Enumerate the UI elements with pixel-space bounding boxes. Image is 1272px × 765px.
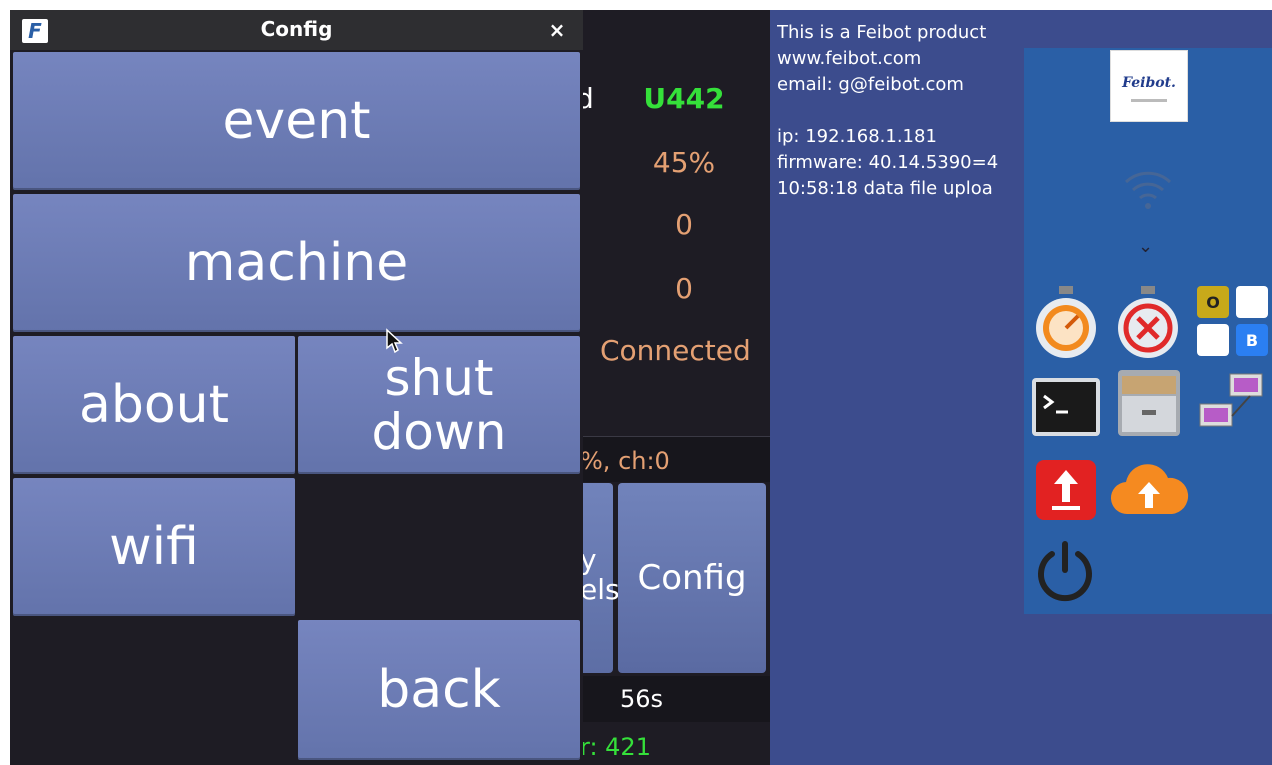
status-bar: %, ch:0 [580,436,770,482]
wifi-button[interactable]: wifi [13,478,295,616]
wifi-icon[interactable] [1120,162,1176,222]
shutdown-label-line1: shut [384,349,494,407]
chevron-down-icon[interactable]: ⌄ [1138,236,1153,257]
machine-id-value: U442 [643,82,725,115]
channels-button[interactable]: y els [580,483,620,673]
info-line: www.feibot.com [777,48,922,69]
progress-value: 45% [652,146,716,179]
file-cabinet-icon[interactable] [1114,366,1184,444]
product-info: This is a Feibot product www.feibot.com … [777,20,1025,202]
upload-icon[interactable] [1034,458,1098,526]
network-icon[interactable] [1196,370,1268,444]
shutdown-button[interactable]: shut down [298,336,580,474]
stop-timer-icon[interactable] [1114,284,1182,366]
channels-button-line2: els [580,573,620,606]
logo-text: Feibot. [1122,75,1176,91]
power-icon[interactable] [1032,538,1098,608]
shutdown-label-line2: down [371,403,507,461]
info-line: This is a Feibot product [777,22,987,43]
config-button[interactable]: Config [618,483,766,673]
cloud-upload-icon[interactable] [1108,462,1190,522]
stat-value-a: 0 [675,208,693,241]
tile-o[interactable]: O [1197,286,1229,318]
terminal-icon[interactable] [1030,376,1102,442]
info-line: 10:58:18 data file uploa [777,178,993,199]
stopwatch-icon[interactable] [1032,284,1100,366]
event-button[interactable]: event [13,52,580,190]
machine-button[interactable]: machine [13,194,580,332]
info-line: email: g@feibot.com [777,74,964,95]
status-text: %, ch:0 [580,447,670,475]
tile-blank[interactable] [1236,286,1268,318]
tile-blank[interactable] [1197,324,1229,356]
info-line: ip: 192.168.1.181 [777,126,937,147]
window-title: Config [260,17,333,41]
info-line: firmware: 40.14.5390=4 [777,152,999,173]
feibot-logo: Feibot. [1110,50,1188,122]
timer-display: 56s [580,676,770,722]
connection-status: Connected [600,334,751,367]
back-button[interactable]: back [298,620,580,760]
mouse-cursor-icon [385,328,403,358]
tile-b[interactable]: B [1236,324,1268,356]
counter-text: r: 421 [580,733,651,761]
about-button[interactable]: about [13,336,295,474]
stat-value-b: 0 [675,272,693,305]
close-button[interactable]: × [545,18,569,42]
